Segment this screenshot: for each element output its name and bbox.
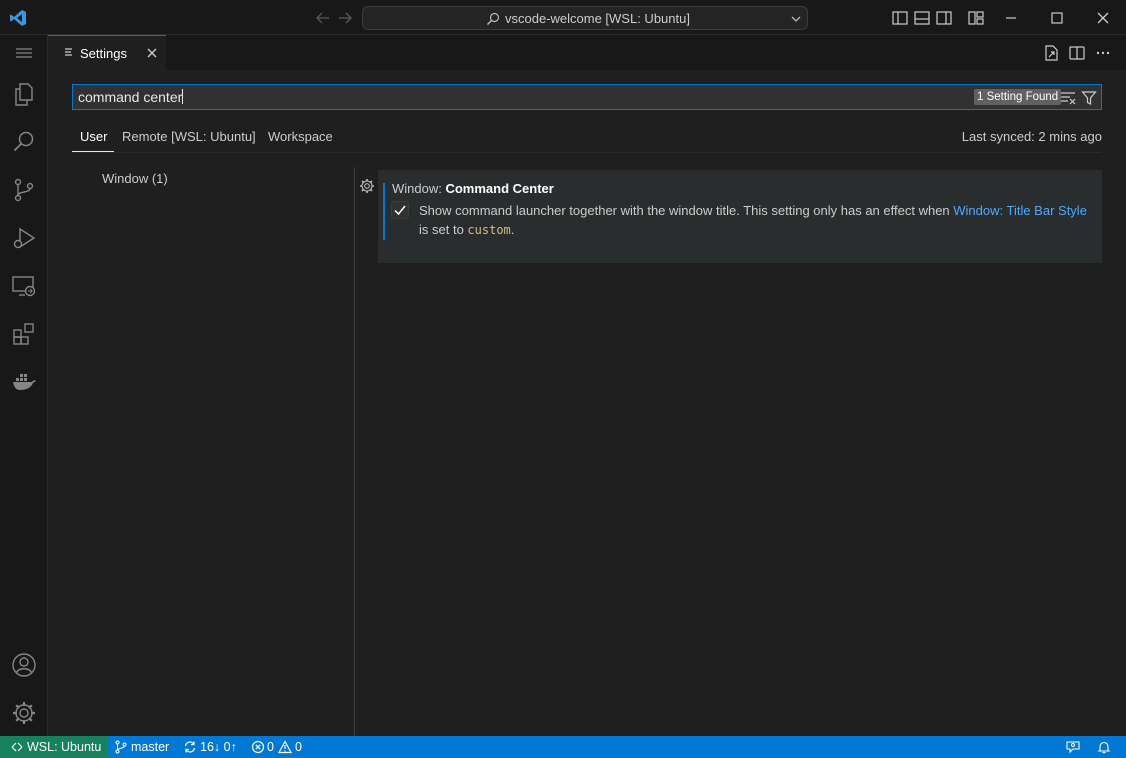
forward-arrow-icon[interactable] (336, 9, 354, 27)
custom-code-value: custom (467, 223, 511, 237)
clear-filter-icon[interactable] (1060, 90, 1076, 106)
close-icon[interactable] (1080, 0, 1126, 35)
chevron-down-icon[interactable] (789, 12, 803, 26)
remote-explorer-icon[interactable] (0, 261, 48, 309)
toggle-primary-sidebar-icon[interactable] (891, 9, 909, 27)
error-count[interactable]: 0 (267, 740, 274, 754)
menu-icon[interactable] (0, 35, 48, 71)
status-bar: WSL: Ubuntu master 16↓ 0↑ 0 0 (0, 736, 1126, 758)
close-tab-icon[interactable] (145, 46, 159, 60)
tab-settings[interactable]: Settings (48, 35, 166, 70)
search-icon (485, 11, 501, 27)
filter-icon[interactable] (1081, 90, 1097, 106)
run-debug-icon[interactable] (0, 213, 48, 261)
back-arrow-icon[interactable] (314, 9, 332, 27)
customize-layout-icon[interactable] (967, 9, 985, 27)
notifications-bell-icon[interactable] (1097, 740, 1111, 754)
open-settings-json-icon[interactable] (1042, 44, 1060, 62)
error-icon (251, 740, 265, 754)
setting-category: Window: (392, 181, 446, 196)
title-bar-style-link[interactable]: Window: Title Bar Style (953, 203, 1087, 218)
explorer-icon[interactable] (0, 69, 48, 117)
last-synced-status[interactable]: Last synced: 2 mins ago (962, 129, 1102, 144)
toc-sash[interactable] (354, 167, 355, 736)
description-text: Show command launcher together with the … (419, 203, 954, 218)
tab-remote-settings[interactable]: Remote [WSL: Ubuntu] (122, 129, 256, 144)
branch-icon (114, 740, 128, 754)
sync-status[interactable]: 16↓ 0↑ (200, 740, 237, 754)
command-center-search[interactable]: vscode-welcome [WSL: Ubuntu] (362, 6, 808, 30)
editor-tab-bar: Settings (48, 35, 1126, 70)
vscode-logo-icon (8, 8, 28, 28)
remote-icon (11, 742, 23, 752)
warning-icon (278, 740, 292, 754)
minimize-icon[interactable] (988, 0, 1034, 35)
extensions-icon[interactable] (0, 309, 48, 357)
tab-workspace-settings[interactable]: Workspace (268, 129, 333, 144)
remote-indicator[interactable]: WSL: Ubuntu (0, 736, 107, 758)
modified-indicator (383, 183, 385, 240)
command-center-text: vscode-welcome [WSL: Ubuntu] (505, 11, 690, 26)
scope-divider (72, 152, 1102, 153)
activity-bar (0, 35, 48, 736)
branch-label[interactable]: master (131, 740, 169, 754)
settings-search-input[interactable]: command center 1 Setting Found (72, 84, 1102, 110)
setting-description: Show command launcher together with the … (419, 201, 1094, 240)
settings-search-value: command center (78, 89, 183, 105)
docker-icon[interactable] (0, 357, 48, 405)
toggle-panel-icon[interactable] (913, 9, 931, 27)
settings-file-icon (63, 47, 75, 59)
tab-user-settings[interactable]: User (80, 129, 107, 144)
description-end: . (510, 222, 515, 237)
description-text-2: is set to (419, 222, 468, 237)
sync-icon (183, 740, 197, 754)
accounts-icon[interactable] (0, 640, 48, 688)
result-count-badge: 1 Setting Found (974, 89, 1062, 105)
toc-item-window[interactable]: Window (1) (102, 171, 168, 186)
setting-gear-icon[interactable] (359, 178, 375, 194)
maximize-icon[interactable] (1034, 0, 1080, 35)
live-share-feedback-icon[interactable] (1066, 740, 1080, 754)
source-control-icon[interactable] (0, 165, 48, 213)
toggle-secondary-sidebar-icon[interactable] (935, 9, 953, 27)
search-icon[interactable] (0, 117, 48, 165)
command-center-checkbox[interactable] (391, 201, 409, 219)
title-bar: vscode-welcome [WSL: Ubuntu] (0, 0, 1126, 35)
split-editor-icon[interactable] (1068, 44, 1086, 62)
more-actions-icon[interactable] (1094, 44, 1112, 62)
remote-label: WSL: Ubuntu (27, 740, 102, 754)
tab-label: Settings (80, 46, 127, 61)
setting-name: Command Center (445, 181, 554, 196)
warning-count[interactable]: 0 (295, 740, 302, 754)
setting-title: Window: Command Center (392, 181, 554, 196)
manage-gear-icon[interactable] (0, 688, 48, 736)
